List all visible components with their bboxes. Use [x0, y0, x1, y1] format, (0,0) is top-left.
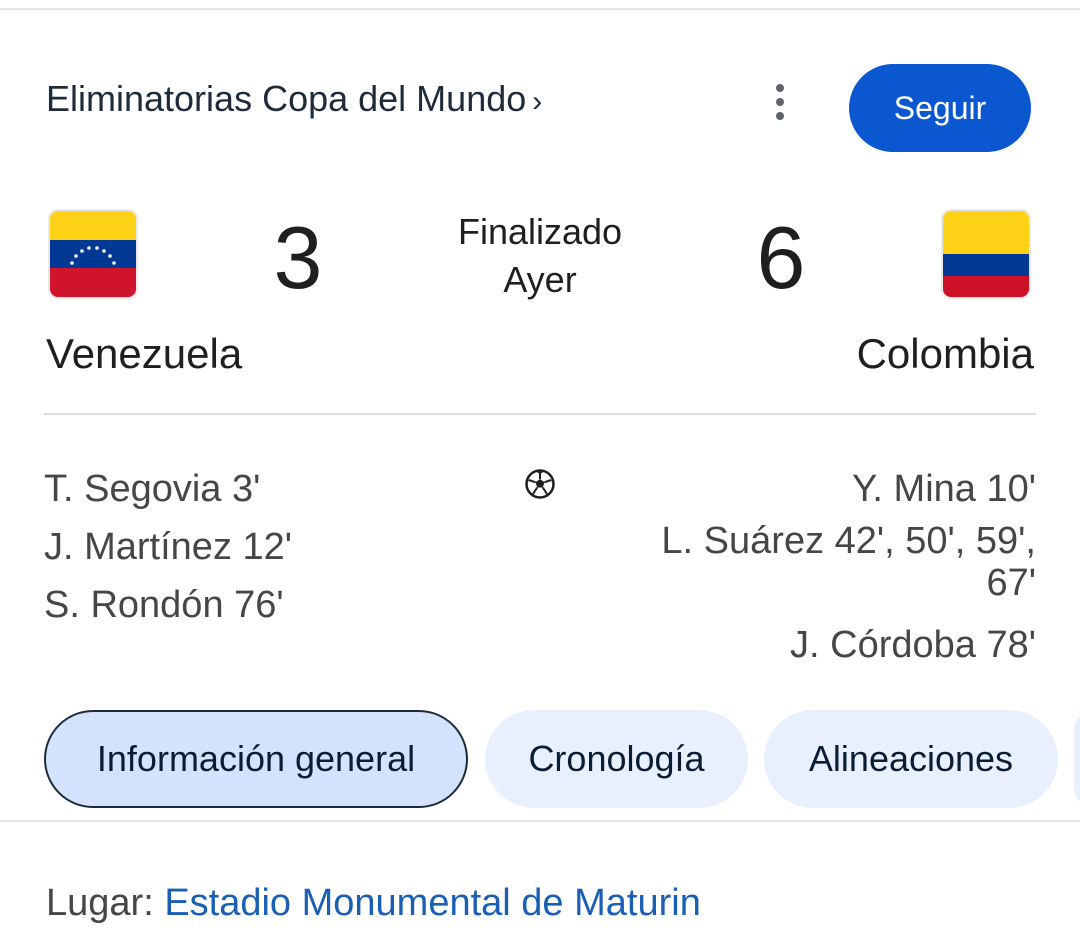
scorer-item: Y. Mina 10'	[851, 468, 1036, 510]
match-status-text: Finalizado	[457, 211, 623, 252]
venue-label: Lugar:	[46, 882, 165, 924]
match-status: Finalizado Ayer	[420, 208, 660, 304]
top-divider	[0, 8, 1080, 10]
colombia-flag-icon[interactable]	[943, 211, 1029, 297]
venue-row: Lugar: Estadio Monumental de Maturin	[46, 882, 701, 925]
venue-link[interactable]: Estadio Monumental de Maturin	[164, 882, 701, 924]
home-score: 3	[273, 208, 323, 307]
tabs-divider	[0, 820, 1080, 822]
follow-button[interactable]: Seguir	[849, 64, 1031, 152]
more-vert-icon	[776, 84, 784, 92]
competition-title: Eliminatorias Copa del Mundo	[46, 78, 527, 119]
venezuela-flag-icon[interactable]	[50, 211, 136, 297]
scorer-item: S. Rondón 76'	[44, 584, 284, 626]
tab-next-partial[interactable]	[1074, 710, 1080, 808]
scorer-item: J. Córdoba 78'	[790, 624, 1036, 666]
chevron-right-icon: ›	[532, 85, 543, 118]
competition-link[interactable]: Eliminatorias Copa del Mundo ›	[46, 78, 542, 120]
home-scorers: T. Segovia 3' J. Martínez 12' S. Rondón …	[44, 460, 292, 634]
section-divider	[44, 413, 1036, 415]
scorer-item: T. Segovia 3'	[44, 468, 261, 510]
scorer-item: L. Suárez 42', 50', 59', 67'	[661, 520, 1036, 604]
tab-alineaciones[interactable]: Alineaciones	[764, 710, 1058, 808]
more-options-button[interactable]	[760, 82, 800, 122]
tab-cronologia[interactable]: Cronología	[485, 710, 748, 808]
scorer-item: J. Martínez 12'	[44, 526, 293, 568]
home-team-name[interactable]: Venezuela	[46, 330, 242, 378]
soccer-ball-icon	[525, 469, 555, 499]
away-scorers: Y. Mina 10' L. Suárez 42', 50', 59', 67'…	[656, 460, 1036, 674]
match-date: Ayer	[503, 259, 577, 300]
away-team-name[interactable]: Colombia	[857, 330, 1034, 378]
tab-informacion-general[interactable]: Información general	[44, 710, 468, 808]
away-score: 6	[756, 208, 806, 307]
